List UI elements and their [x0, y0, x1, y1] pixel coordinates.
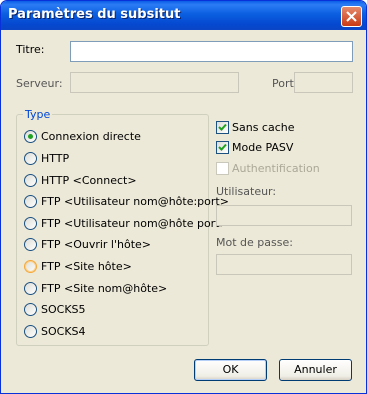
serveur-label: Serveur: [16, 77, 63, 90]
close-button[interactable] [341, 6, 362, 27]
dialog-window: Paramètres du subsitut Titre: Serveur: P… [0, 0, 367, 394]
radio-button-icon [24, 152, 37, 165]
titre-label: Titre: [16, 43, 45, 56]
title-bar[interactable]: Paramètres du subsitut [1, 1, 366, 30]
radio-button-icon [24, 217, 37, 230]
radio-button-icon [24, 282, 37, 295]
utilisateur-input[interactable] [216, 205, 352, 226]
radio-button-icon [24, 325, 37, 338]
radio-button-icon [24, 260, 37, 273]
checkbox-icon [216, 162, 229, 175]
checkbox-icon [216, 121, 229, 134]
window-title: Paramètres du subsitut [8, 7, 181, 22]
checkmark-icon [218, 123, 227, 131]
radio-button-icon [24, 238, 37, 251]
serveur-input[interactable] [70, 72, 239, 93]
radio-button-icon [24, 303, 37, 316]
ok-button[interactable]: OK [194, 359, 267, 381]
radio-button-icon [24, 130, 37, 143]
checkmark-icon [218, 143, 227, 151]
close-icon [346, 11, 357, 22]
radio-button-icon [24, 174, 37, 187]
mot-de-passe-label: Mot de passe: [216, 236, 293, 249]
utilisateur-label: Utilisateur: [216, 185, 277, 198]
mot-de-passe-input[interactable] [216, 254, 352, 275]
checkbox-icon [216, 141, 229, 154]
annuler-button[interactable]: Annuler [279, 359, 352, 381]
titre-input[interactable] [70, 41, 353, 62]
radio-button-icon [24, 195, 37, 208]
type-group-caption: Type [23, 108, 53, 121]
port-input[interactable] [294, 72, 353, 93]
